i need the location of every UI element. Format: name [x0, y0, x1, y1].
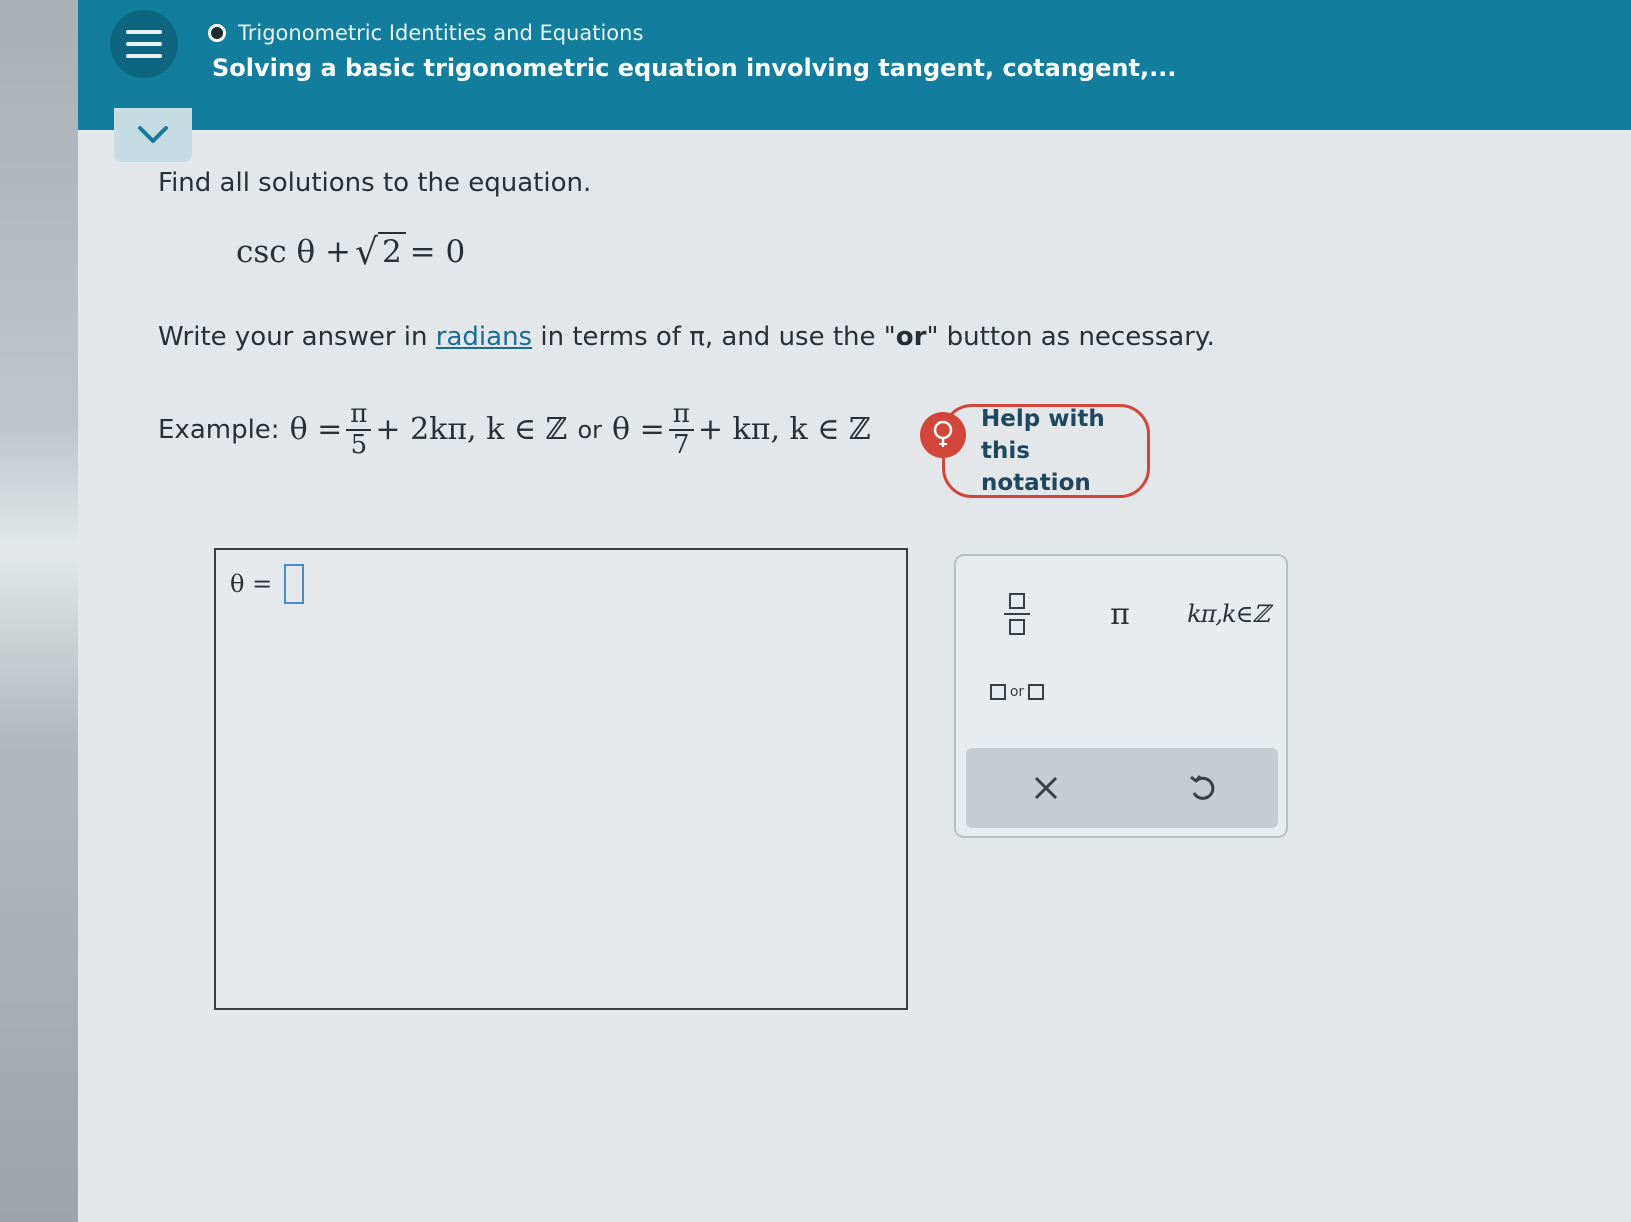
- example-2-fraction: π 7: [668, 400, 694, 460]
- help-notation-button[interactable]: Help with this notation: [942, 404, 1150, 498]
- example-label: Example:: [158, 414, 280, 445]
- instructions: Write your answer in radians in terms of…: [158, 322, 1215, 352]
- example-1-suffix: + 2kπ, k ∈ ℤ: [375, 412, 568, 448]
- undo-button[interactable]: [1162, 756, 1242, 820]
- or-button[interactable]: or: [978, 672, 1056, 712]
- undo-icon: [1190, 775, 1215, 800]
- hamburger-icon: [126, 30, 162, 58]
- answer-variable: θ =: [230, 570, 273, 598]
- chevron-down-icon: [138, 126, 168, 143]
- example-solution-1: θ = π 5 + 2kπ, k ∈ ℤ: [290, 400, 568, 459]
- or-right-box-icon: [1028, 684, 1045, 700]
- pi-button[interactable]: π: [1090, 586, 1150, 642]
- clear-button[interactable]: [1006, 756, 1086, 820]
- header-bar: Trigonometric Identities and Equations S…: [78, 0, 1631, 130]
- lesson-subtitle: Solving a basic trigonometric equation i…: [212, 54, 1177, 82]
- lightbulb-glyph-icon: [933, 420, 953, 447]
- page: Trigonometric Identities and Equations S…: [78, 0, 1631, 1222]
- help-line-2: this notation: [981, 437, 1091, 497]
- equation-rhs: = 0: [409, 233, 466, 270]
- radians-link[interactable]: radians: [436, 322, 532, 352]
- example: Example: θ = π 5 + 2kπ, k ∈ ℤ or θ = π 7…: [158, 400, 871, 459]
- instructions-text-2: in terms of π, and use the ": [532, 322, 896, 352]
- answer-row: θ =: [230, 564, 305, 604]
- help-line-1: Help with: [981, 405, 1105, 432]
- fraction-icon: [1004, 593, 1030, 635]
- or-left-box-icon: [989, 684, 1006, 700]
- close-icon: [1034, 776, 1058, 800]
- instructions-or-bold: or: [895, 322, 927, 352]
- example-or: or: [577, 415, 603, 444]
- instructions-text-1: Write your answer in: [158, 322, 436, 352]
- example-1-numerator: π: [346, 400, 372, 431]
- k-pi-integer-button[interactable]: kπ,k∈ℤ: [1176, 586, 1280, 642]
- example-2-numerator: π: [668, 400, 694, 431]
- topic-row: Trigonometric Identities and Equations: [208, 16, 643, 50]
- square-root: √ 2: [355, 232, 406, 271]
- radical-sign-icon: √: [354, 232, 378, 274]
- collapse-button[interactable]: [114, 108, 192, 162]
- menu-button[interactable]: [110, 10, 178, 78]
- answer-input[interactable]: [284, 564, 305, 604]
- fraction-button[interactable]: [990, 582, 1044, 646]
- topic-status-icon: [208, 24, 226, 42]
- keypad-actions: [966, 748, 1278, 828]
- radicand: 2: [377, 232, 406, 271]
- answer-area[interactable]: θ =: [214, 548, 908, 1010]
- or-label: or: [1009, 684, 1025, 700]
- example-2-prefix: θ =: [612, 412, 665, 448]
- instructions-text-3: " button as necessary.: [926, 322, 1215, 352]
- example-1-fraction: π 5: [346, 400, 372, 460]
- topic-title: Trigonometric Identities and Equations: [238, 21, 644, 45]
- equation: csc θ + √ 2 = 0: [236, 232, 465, 271]
- example-2-suffix: + kπ, k ∈ ℤ: [697, 412, 871, 448]
- example-1-prefix: θ =: [289, 412, 343, 448]
- lightbulb-icon[interactable]: [920, 412, 966, 458]
- example-2-denominator: 7: [673, 429, 690, 460]
- example-solution-2: θ = π 7 + kπ, k ∈ ℤ: [612, 400, 871, 459]
- example-1-denominator: 5: [350, 429, 368, 460]
- question-prompt: Find all solutions to the equation.: [158, 168, 592, 198]
- math-keypad: π kπ,k∈ℤ or: [954, 554, 1288, 838]
- equation-lhs: csc θ +: [236, 233, 351, 270]
